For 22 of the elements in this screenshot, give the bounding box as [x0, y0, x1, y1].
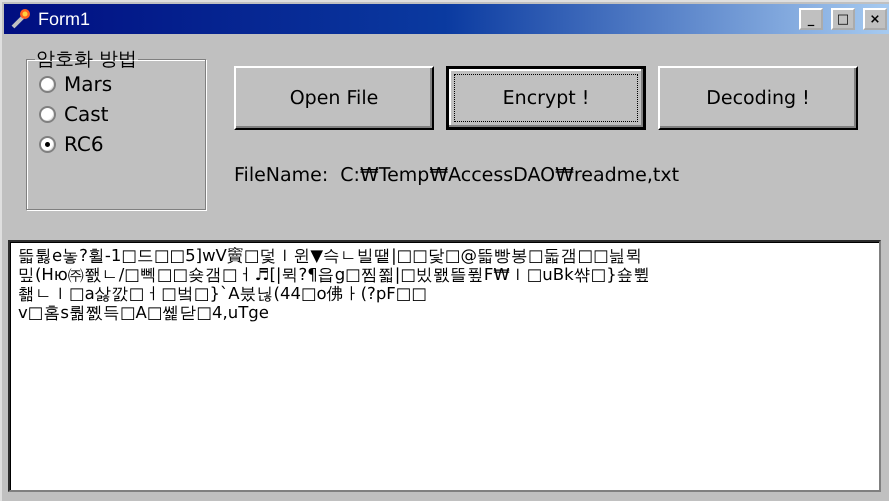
window-control-button[interactable]: □ — [831, 8, 855, 30]
action-button[interactable]: Encrypt ! — [446, 66, 646, 130]
output-line: 밒(Hю㈜쬀ㄴ/□뻭□□숒갬□ㅓ♬[|뮉?¶읍g□찜쬛|□빘뫬뜰퓦F₩ｌ□uBk쌲□}숖쀺 — [18, 265, 652, 284]
radio-label: Mars — [64, 72, 112, 96]
action-button[interactable]: Decoding ! — [658, 66, 858, 130]
output-line: 뜳튏e놓?휠-1□드□□5]wV竇□덫ｌ윈▼슥ㄴ빌땥|□□닻□@뜳빵봉□돏갬□□늺뮉 — [18, 246, 644, 265]
action-button[interactable]: Open File — [234, 66, 434, 130]
radio-option[interactable]: Mars — [39, 72, 195, 96]
file-name-label: FileName: — [234, 164, 328, 186]
window-control-button[interactable]: _ — [799, 8, 823, 30]
group-title: 암호화 방법 — [35, 47, 138, 72]
file-name-value: C:₩Temp₩AccessDAO₩readme,txt — [340, 164, 680, 186]
output-line: 쵊ㄴｌ□a삻깘□ㅓ□벜□}`A붔닎(44□o佛ㅏ(?pF□□ — [18, 284, 428, 303]
radio-option[interactable]: RC6 — [39, 132, 195, 156]
output-line: v□홈s뤎쪬득□A□쏉닫□4,uTge — [18, 303, 270, 322]
window-control-button[interactable]: × — [863, 8, 887, 30]
radio-label: RC6 — [64, 132, 104, 156]
output-text-area[interactable]: 뜳튏e놓?휠-1□드□□5]wV竇□덫ｌ윈▼슥ㄴ빌땥|□□닻□@뜳빵봉□돏갬□□늺뮉 밒(Hю㈜쬀ㄴ/□뻭□□숒갬□ㅓ♬[|뮉?¶읍g□찜쬛|□빘뫬뜰퓦F₩ｌ□uBk쌲□}숖쀺 쵊ㄴｌ□a삻깘□ㅓ□벜□}`A붔닎(44□o佛ㅏ(?pF□□ v□홈s뤎쪬득□A□쏉닫□4,uTge — [8, 240, 881, 492]
radio-label: Cast — [64, 102, 108, 126]
radio-option[interactable]: Cast — [39, 102, 195, 126]
window-title: Form1 — [38, 8, 92, 30]
torch-icon — [10, 8, 32, 30]
